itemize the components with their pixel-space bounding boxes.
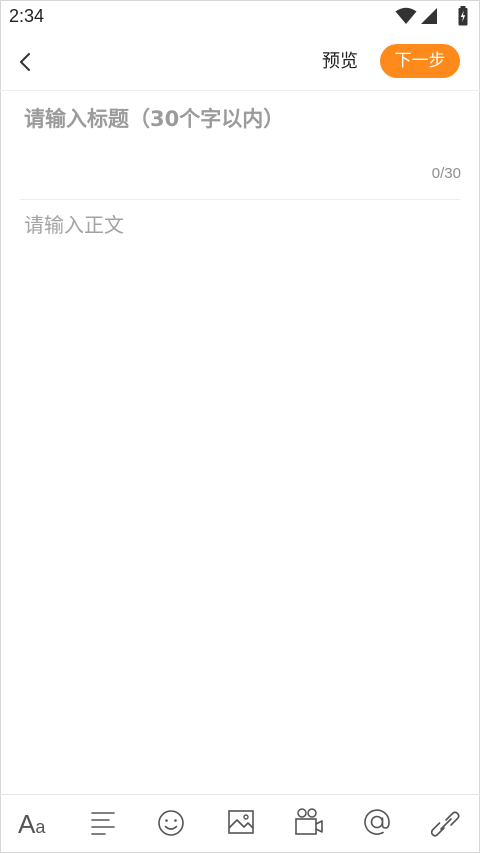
status-time: 2:34	[9, 6, 45, 26]
video-icon	[295, 808, 323, 835]
status-bar: 2:34	[0, 0, 480, 34]
body-input[interactable]	[24, 210, 460, 780]
align-icon	[91, 812, 115, 835]
editor-header: 预览 下一步	[0, 34, 480, 91]
text-format-button[interactable]: Aa	[18, 807, 52, 841]
image-icon	[228, 810, 254, 834]
link-button[interactable]	[431, 807, 465, 841]
video-button[interactable]	[294, 807, 328, 841]
chevron-left-icon	[20, 53, 30, 71]
emoji-button[interactable]	[157, 807, 191, 841]
text-format-icon: Aa	[18, 809, 46, 839]
mention-button[interactable]	[362, 807, 396, 841]
title-char-counter: 0/30	[431, 165, 461, 182]
link-icon	[431, 811, 460, 837]
mention-icon	[364, 809, 390, 835]
wifi-icon	[395, 7, 417, 24]
align-button[interactable]	[89, 807, 123, 841]
title-input[interactable]	[24, 102, 460, 136]
battery-charging-icon	[458, 6, 468, 26]
image-button[interactable]	[226, 807, 260, 841]
preview-button[interactable]: 预览	[316, 48, 364, 76]
cell-signal-icon	[421, 8, 437, 24]
back-button[interactable]	[12, 46, 42, 78]
title-divider	[20, 199, 460, 200]
emoji-icon	[158, 810, 184, 836]
formatting-toolbar: Aa	[0, 794, 480, 854]
next-step-button[interactable]: 下一步	[380, 44, 460, 78]
